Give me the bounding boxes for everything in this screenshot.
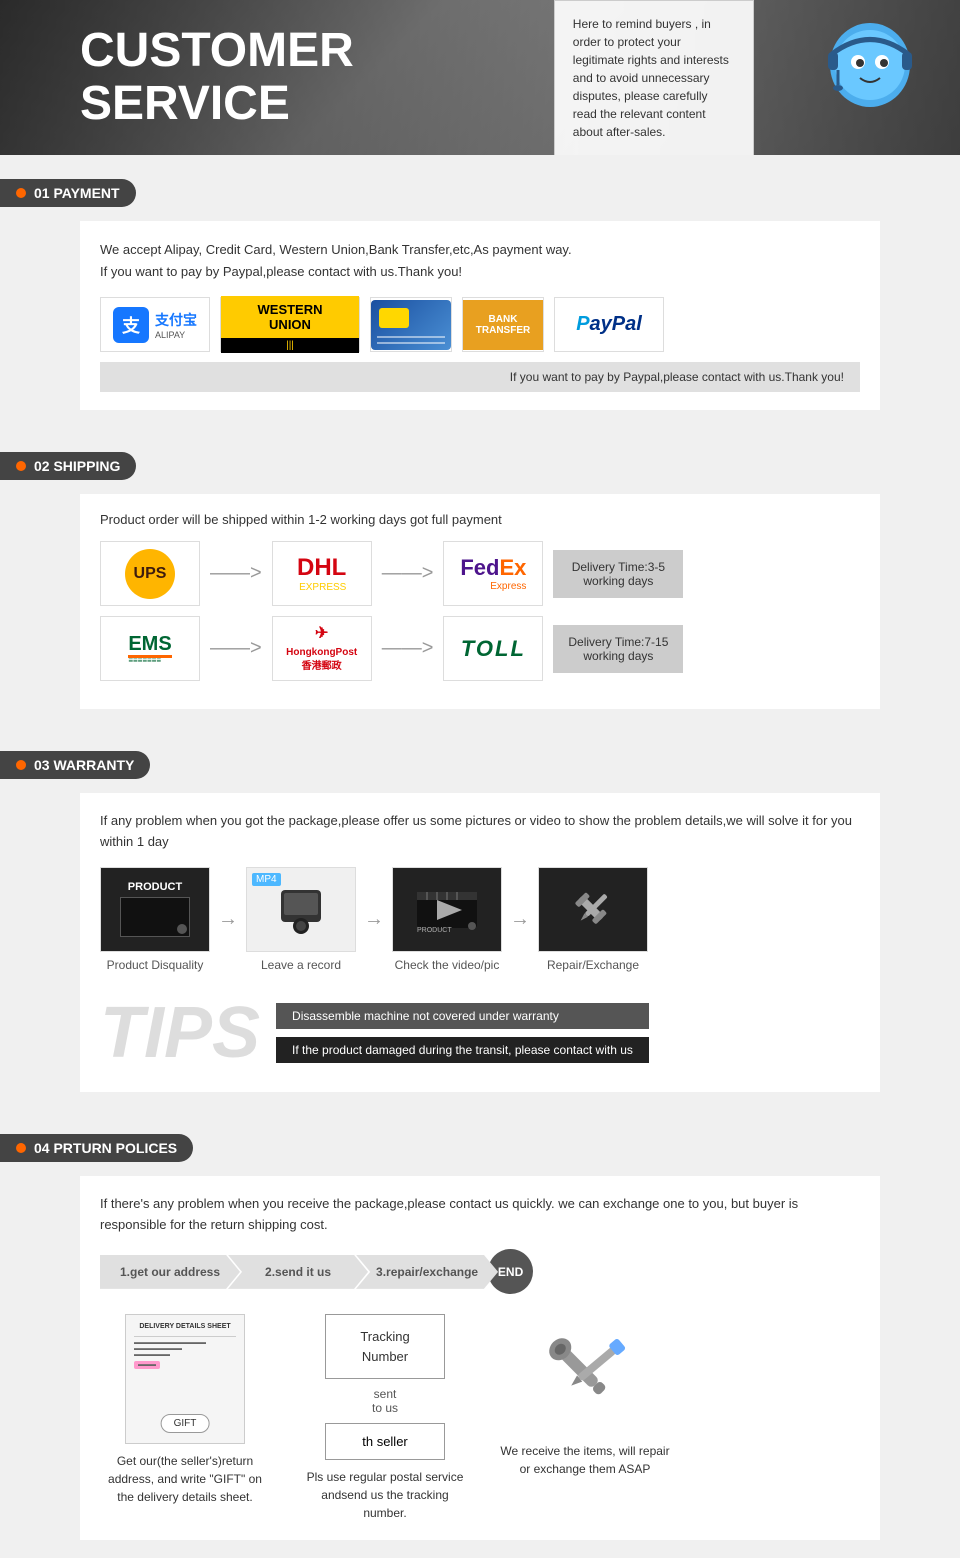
- fedex-box: FedEx Express: [443, 541, 543, 606]
- tips-title: TIPS: [100, 992, 260, 1074]
- delivery-sheet-lines: ▬▬▬▬▬▬▬▬▬▬▬▬ ▬▬▬▬▬▬▬▬ ▬▬▬▬▬▬ ▬▬▬: [134, 1340, 236, 1369]
- header-notice: Here to remind buyers , in order to prot…: [554, 0, 754, 155]
- warranty-content: If any problem when you got the package,…: [80, 793, 880, 1092]
- flow-step-1: PRODUCT Product Disquality: [100, 867, 210, 972]
- alipay-logo: 支 支付宝 ALIPAY: [100, 297, 210, 352]
- header-banner: CUSTOMERSERVICE Here to remind buyers , …: [0, 0, 960, 155]
- tips-section: TIPS Disassemble machine not covered und…: [100, 992, 860, 1074]
- paypal-logo: PayPal: [554, 297, 664, 352]
- ups-logo: UPS: [125, 549, 175, 599]
- delivery-sheet-title: DELIVERY DETAILS SHEET: [134, 1323, 236, 1330]
- arrow-2: ——>: [382, 562, 434, 585]
- fedex-text: FedEx: [460, 555, 526, 580]
- return-item-2-text: Pls use regular postal service andsend u…: [300, 1468, 470, 1522]
- video-box: PRODUCT: [392, 867, 502, 952]
- hkpost-text: ✈ HongkongPost香港郵政: [286, 623, 357, 673]
- svg-text:PRODUCT: PRODUCT: [417, 927, 452, 934]
- payment-logos: 支 支付宝 ALIPAY WESTERNUNION |||: [100, 297, 860, 352]
- dhl-text: DHL: [297, 554, 346, 581]
- gift-button: GIFT: [161, 1414, 210, 1433]
- delivery-time-1: Delivery Time:3-5working days: [553, 550, 683, 598]
- mascot-icon: [810, 10, 930, 140]
- warranty-flow: PRODUCT Product Disquality → MP4: [100, 867, 860, 972]
- carrier-row-1: UPS ——> DHL EXPRESS ——> FedEx Express: [100, 541, 860, 606]
- tip-1: Disassemble machine not covered under wa…: [276, 1003, 649, 1029]
- arrow-4: ——>: [382, 637, 434, 660]
- page-title: CUSTOMERSERVICE: [80, 25, 354, 131]
- tracking-th-box: th seller: [325, 1423, 445, 1460]
- return-item-3-text: We receive the items, will repair or exc…: [500, 1442, 670, 1478]
- repair-box: [538, 867, 648, 952]
- delivery-time-2: Delivery Time:7-15working days: [553, 625, 683, 673]
- return-item-1: DELIVERY DETAILS SHEET ▬▬▬▬▬▬▬▬▬▬▬▬ ▬▬▬▬…: [100, 1314, 270, 1506]
- ems-text: EMS: [128, 633, 171, 658]
- return-flow: 1.get our address 2.send it us 3.repair/…: [100, 1249, 860, 1294]
- wu-text: WESTERNUNION: [221, 296, 359, 338]
- flow-step-2: MP4 Leave a record: [246, 867, 356, 972]
- return-item-2: Tracking Number sentto us th seller Pls …: [300, 1314, 470, 1522]
- toll-text: TOLL: [461, 636, 526, 662]
- bank-transfer-logo: BANKTRANSFER: [462, 297, 544, 352]
- western-union-logo: WESTERNUNION |||: [220, 297, 360, 352]
- shipping-description: Product order will be shipped within 1-2…: [100, 512, 860, 527]
- product-disquality-label: Product Disquality: [107, 958, 204, 972]
- tips-items: Disassemble machine not covered under wa…: [276, 1003, 649, 1063]
- paypal-text: PayPal: [576, 313, 642, 336]
- payment-section: 01 PAYMENT We accept Alipay, Credit Card…: [0, 161, 960, 428]
- flow-arrow-1: →: [218, 908, 238, 931]
- tracking-number-box: Tracking Number: [325, 1314, 445, 1379]
- warranty-description: If any problem when you got the package,…: [100, 811, 860, 853]
- payment-label: 01 PAYMENT: [0, 179, 136, 207]
- warranty-label: 03 WARRANTY: [0, 751, 150, 779]
- ups-box: UPS: [100, 541, 200, 606]
- tracking-sent-text: sentto us: [372, 1387, 398, 1415]
- bank-transfer-text: BANKTRANSFER: [463, 300, 543, 350]
- return-item-3: We receive the items, will repair or exc…: [500, 1314, 670, 1478]
- notice-text: Here to remind buyers , in order to prot…: [573, 17, 729, 139]
- credit-card-icon: [371, 300, 451, 350]
- credit-card-logo: [370, 297, 452, 352]
- flow-arrow-3: →: [510, 908, 530, 931]
- shipping-section: 02 SHIPPING Product order will be shippe…: [0, 434, 960, 727]
- payment-description: We accept Alipay, Credit Card, Western U…: [100, 239, 860, 283]
- payment-content: We accept Alipay, Credit Card, Western U…: [80, 221, 880, 410]
- return-item-1-text: Get our(the seller's)return address, and…: [100, 1452, 270, 1506]
- dhl-express-text: EXPRESS: [297, 582, 346, 593]
- toll-box: TOLL: [443, 616, 543, 681]
- return-step-1: 1.get our address: [100, 1255, 240, 1289]
- flow-step-4: Repair/Exchange: [538, 867, 648, 972]
- return-process: DELIVERY DETAILS SHEET ▬▬▬▬▬▬▬▬▬▬▬▬ ▬▬▬▬…: [100, 1314, 860, 1522]
- return-step-3: 3.repair/exchange: [356, 1255, 498, 1289]
- tracking-area: Tracking Number sentto us th seller: [325, 1314, 445, 1460]
- product-disquality-box: PRODUCT: [100, 867, 210, 952]
- check-video-label: Check the video/pic: [395, 958, 500, 972]
- warranty-section: 03 WARRANTY If any problem when you got …: [0, 733, 960, 1110]
- delivery-sheet: DELIVERY DETAILS SHEET ▬▬▬▬▬▬▬▬▬▬▬▬ ▬▬▬▬…: [125, 1314, 245, 1444]
- carrier-row-2: EMS ≡≡≡≡≡≡≡ ——> ✈ HongkongPost香港郵政 ——> T…: [100, 616, 860, 681]
- leave-record-label: Leave a record: [261, 958, 341, 972]
- return-section: 04 PRTURN POLICES If there's any problem…: [0, 1116, 960, 1558]
- hkpost-box: ✈ HongkongPost香港郵政: [272, 616, 372, 681]
- return-content: If there's any problem when you receive …: [80, 1176, 880, 1541]
- mp4-box: MP4: [246, 867, 356, 952]
- product-label: PRODUCT: [128, 881, 182, 893]
- return-description: If there's any problem when you receive …: [100, 1194, 860, 1236]
- tip-2: If the product damaged during the transi…: [276, 1037, 649, 1063]
- mp4-badge: MP4: [252, 873, 281, 886]
- paypal-note: If you want to pay by Paypal,please cont…: [100, 362, 860, 392]
- dhl-box: DHL EXPRESS: [272, 541, 372, 606]
- arrow-3: ——>: [210, 637, 262, 660]
- fedex-express-text: Express: [460, 581, 526, 592]
- ems-box: EMS ≡≡≡≡≡≡≡: [100, 616, 200, 681]
- return-step-2: 2.send it us: [228, 1255, 368, 1289]
- arrow-1: ——>: [210, 562, 262, 585]
- repair-exchange-label: Repair/Exchange: [547, 958, 639, 972]
- shipping-label: 02 SHIPPING: [0, 452, 136, 480]
- shipping-content: Product order will be shipped within 1-2…: [80, 494, 880, 709]
- repair-icon: [530, 1314, 640, 1434]
- return-label: 04 PRTURN POLICES: [0, 1134, 193, 1162]
- flow-step-3: PRODUCT Check the video/pic: [392, 867, 502, 972]
- alipay-icon: 支: [113, 307, 149, 343]
- flow-arrow-2: →: [364, 908, 384, 931]
